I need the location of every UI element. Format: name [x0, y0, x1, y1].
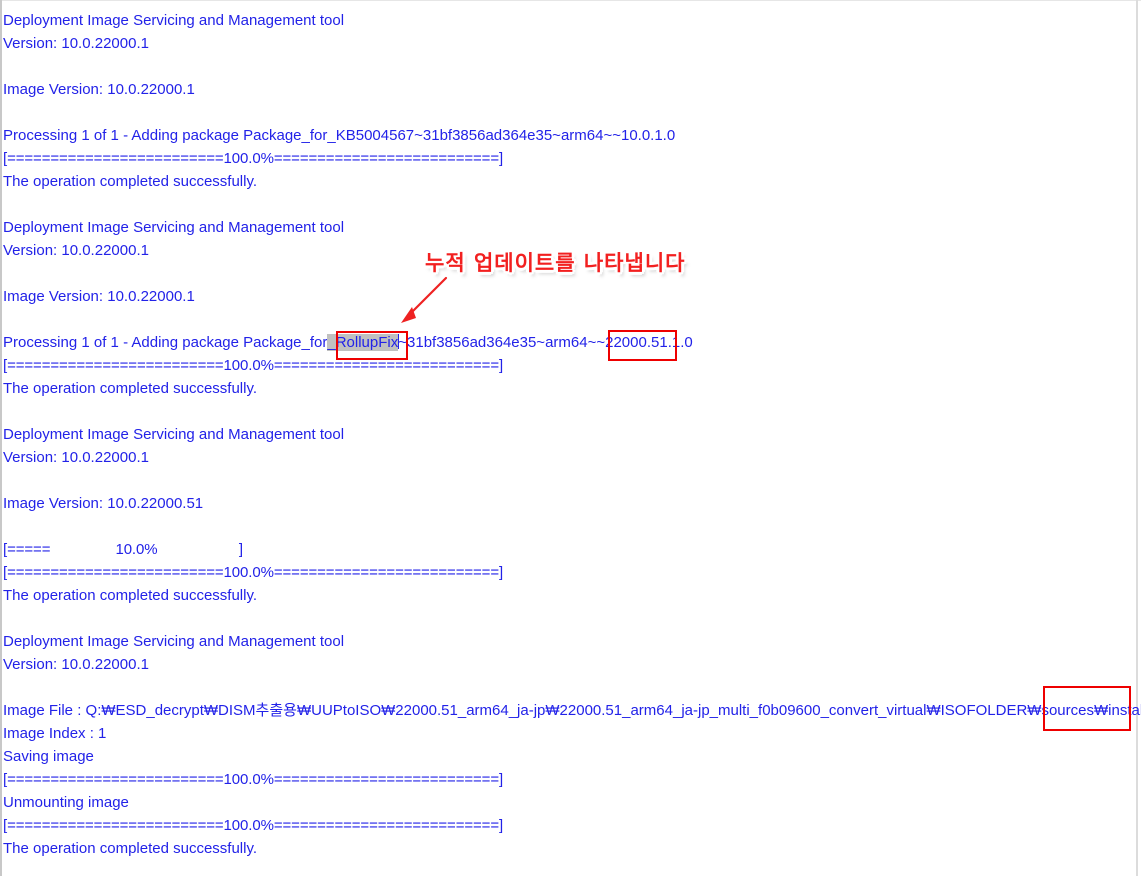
- console-line: Image Version: 10.0.22000.1: [3, 288, 195, 305]
- window-left-edge: [0, 0, 2, 876]
- console-progress-bar: [=========================100.0%========…: [3, 771, 504, 788]
- console-line: Processing 1 of 1 - Adding package Packa…: [3, 127, 676, 144]
- console-line-image-file: Image File : Q:₩ESD_decrypt₩DISM추출용₩UUPt…: [3, 699, 1141, 722]
- console-line: Deployment Image Servicing and Managemen…: [3, 633, 345, 650]
- console-line: Version: 10.0.22000.1: [3, 656, 149, 673]
- console-line: Saving image: [3, 748, 94, 765]
- console-line: Deployment Image Servicing and Managemen…: [3, 426, 345, 443]
- console-line: The operation completed successfully.: [3, 380, 258, 397]
- console-line: Image Index : 1: [3, 725, 107, 742]
- console-line: Image Version: 10.0.22000.51: [3, 495, 204, 512]
- console-line-rollupfix: Processing 1 of 1 - Adding package Packa…: [3, 331, 1135, 354]
- console-line: Image Version: 10.0.22000.1: [3, 81, 195, 98]
- console-progress-bar: [=========================100.0%========…: [3, 357, 504, 374]
- console-line: The operation completed successfully.: [3, 587, 258, 604]
- console-line: Deployment Image Servicing and Managemen…: [3, 219, 345, 236]
- rollupfix-build-number: 22000.51: [605, 334, 668, 351]
- rollupfix-line-suffix: .1.0: [667, 334, 693, 351]
- console-window: Deployment Image Servicing and Managemen…: [0, 0, 1141, 876]
- window-top-edge: [0, 0, 1141, 1]
- dism-console-output[interactable]: Deployment Image Servicing and Managemen…: [3, 9, 1141, 860]
- console-line: Version: 10.0.22000.1: [3, 35, 149, 52]
- image-file-path: Q:₩ESD_decrypt₩DISM추출용₩UUPtoISO₩22000.51…: [85, 702, 1109, 719]
- console-line: The operation completed successfully.: [3, 173, 258, 190]
- rollupfix-selected-text[interactable]: _RollupFix: [327, 334, 399, 351]
- console-progress-bar: [=========================100.0%========…: [3, 817, 504, 834]
- callout-text: 누적 업데이트를 나타냅니다: [423, 249, 686, 277]
- console-line: Unmounting image: [3, 794, 129, 811]
- image-file-name: install.wim: [1108, 702, 1141, 719]
- console-line: Version: 10.0.22000.1: [3, 449, 149, 466]
- image-file-label: Image File :: [3, 702, 86, 719]
- console-progress-bar: [=========================100.0%========…: [3, 150, 504, 167]
- rollupfix-line-prefix: Processing 1 of 1 - Adding package Packa…: [3, 334, 328, 351]
- console-progress-bar: [===== 10.0% ]: [3, 541, 243, 558]
- rollupfix-line-middle: ~31bf3856ad364e35~arm64~~: [398, 334, 606, 351]
- console-line: Deployment Image Servicing and Managemen…: [3, 12, 345, 29]
- window-right-edge: [1136, 0, 1138, 876]
- console-progress-bar: [=========================100.0%========…: [3, 564, 504, 581]
- console-line: The operation completed successfully.: [3, 840, 258, 857]
